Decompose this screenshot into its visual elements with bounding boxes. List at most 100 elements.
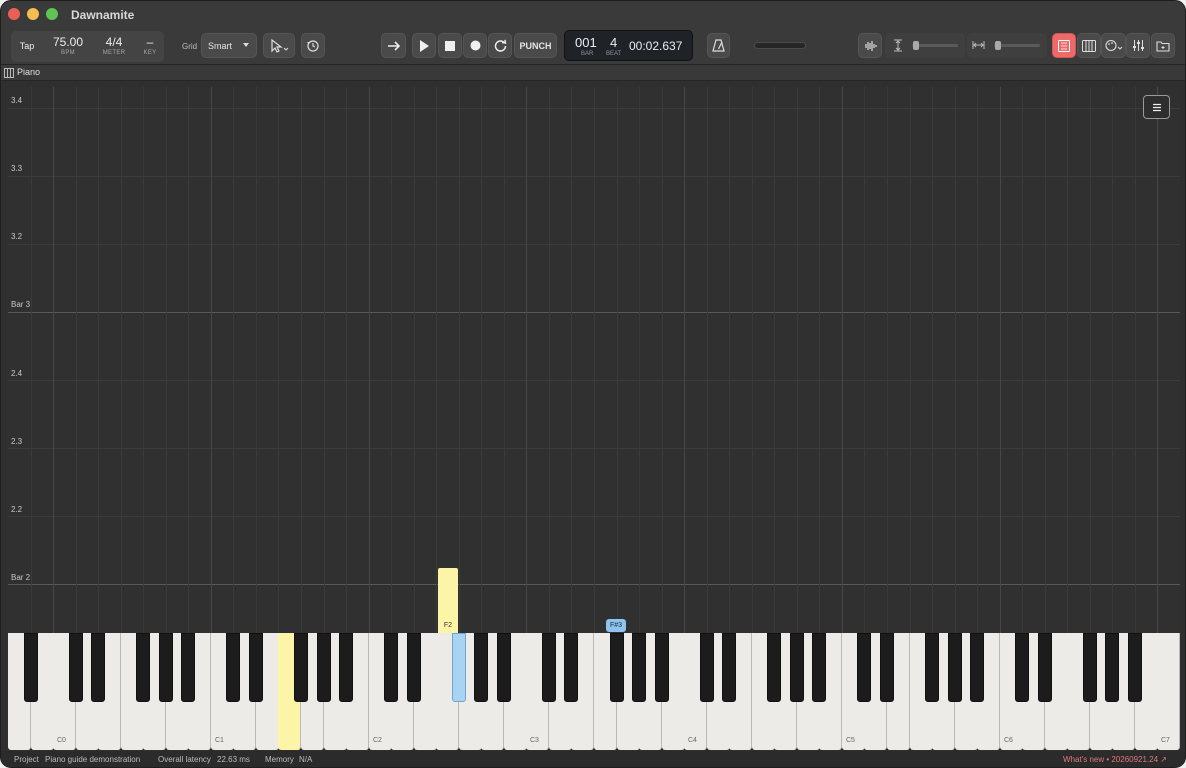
black-key[interactable] — [970, 633, 984, 702]
hamburger-menu-icon — [1152, 103, 1162, 112]
status-bar: Project Piano guide demonstration Overal… — [1, 751, 1185, 767]
black-key[interactable] — [700, 633, 714, 702]
key-grid-line — [955, 87, 956, 633]
grid-select-value: Smart — [208, 40, 233, 51]
black-key[interactable] — [159, 633, 173, 702]
theme-menu-button[interactable] — [1101, 33, 1126, 58]
play-button[interactable] — [412, 33, 436, 58]
key-value[interactable]: – — [139, 35, 161, 49]
meter-value[interactable]: 4/4 — [97, 35, 131, 49]
position-display[interactable]: 001 BAR 4 BEAT 00:02.637 — [564, 30, 693, 61]
black-key[interactable] — [610, 633, 624, 702]
metronome-button[interactable] — [707, 33, 730, 58]
black-key[interactable] — [294, 633, 308, 702]
black-key[interactable] — [1105, 633, 1119, 702]
history-button[interactable] — [301, 33, 325, 58]
tap-tempo-button[interactable]: Tap — [15, 41, 39, 51]
black-key[interactable] — [767, 633, 781, 702]
tempo-panel: Tap 75.00 BPM 4/4 METER – KEY — [11, 31, 164, 62]
black-key[interactable] — [181, 633, 195, 702]
black-key[interactable] — [317, 633, 331, 702]
grid-select[interactable]: Smart — [201, 33, 257, 58]
stop-icon — [445, 40, 455, 51]
black-key[interactable] — [880, 633, 894, 702]
black-key[interactable] — [564, 633, 578, 702]
black-key[interactable] — [948, 633, 962, 702]
black-key[interactable] — [226, 633, 240, 702]
key-grid-line — [571, 87, 572, 633]
black-key[interactable] — [1038, 633, 1052, 702]
mixer-button[interactable] — [1126, 33, 1150, 58]
black-key[interactable] — [857, 633, 871, 702]
key-grid-line — [481, 87, 482, 633]
key-grid-line — [459, 87, 460, 633]
key-grid-line — [31, 87, 32, 633]
close-window-button[interactable] — [8, 8, 20, 20]
black-key[interactable] — [812, 633, 826, 702]
black-key[interactable] — [542, 633, 556, 702]
black-key[interactable] — [69, 633, 83, 702]
black-key[interactable] — [384, 633, 398, 702]
minimize-window-button[interactable] — [27, 8, 39, 20]
black-key[interactable] — [474, 633, 488, 702]
note-tag: F#3 — [606, 619, 626, 632]
note-label: F2 — [443, 622, 453, 629]
track-name[interactable]: Piano — [17, 67, 40, 77]
key-grid-line — [549, 87, 550, 633]
black-key[interactable] — [407, 633, 421, 702]
roll-menu-button[interactable] — [1143, 95, 1170, 119]
bpm-value[interactable]: 75.00 — [47, 35, 89, 49]
black-key[interactable] — [249, 633, 263, 702]
black-key[interactable] — [497, 633, 511, 702]
project-label: Project — [14, 755, 39, 764]
vertical-zoom-slider-knob[interactable] — [913, 41, 919, 50]
octave-grid-line — [53, 87, 54, 633]
black-key[interactable] — [1015, 633, 1029, 702]
pointer-tool-button[interactable] — [263, 33, 295, 58]
black-key[interactable] — [925, 633, 939, 702]
black-key[interactable] — [1128, 633, 1142, 702]
octave-grid-line — [211, 87, 212, 633]
piano-roll-view-button[interactable] — [1052, 33, 1076, 58]
app-window: Dawnamite Tap 75.00 BPM 4/4 METER – KEY … — [0, 0, 1186, 768]
black-key[interactable] — [722, 633, 736, 702]
black-key[interactable] — [632, 633, 646, 702]
black-key[interactable] — [452, 633, 466, 702]
browser-button[interactable] — [1151, 33, 1175, 58]
octave-label: C0 — [57, 737, 66, 744]
black-key[interactable] — [24, 633, 38, 702]
stop-button[interactable] — [438, 33, 462, 58]
record-button[interactable] — [463, 33, 487, 58]
key-grid-line — [278, 87, 279, 633]
key-label: KEY — [143, 50, 157, 56]
black-key[interactable] — [339, 633, 353, 702]
horizontal-zoom-control — [967, 33, 1047, 58]
bpm-label: BPM — [61, 50, 75, 56]
key-grid-line — [1090, 87, 1091, 633]
waveform-button[interactable] — [858, 33, 882, 58]
key-grid-line — [414, 87, 415, 633]
octave-grid-line — [1000, 87, 1001, 633]
piano-keyboard[interactable]: C0 C1 C2 C3 C4 C5 C6 C7 — [8, 633, 1180, 750]
go-to-end-button[interactable] — [381, 33, 406, 58]
bar-value: 001 — [575, 35, 597, 50]
punch-button[interactable]: PUNCH — [514, 33, 557, 58]
black-key[interactable] — [136, 633, 150, 702]
loop-button[interactable] — [488, 33, 512, 58]
falling-note[interactable]: F2 — [438, 568, 458, 633]
key-grid-line — [639, 87, 640, 633]
whats-new-link[interactable]: What's new • 20260921.24 ↗ — [1063, 755, 1167, 764]
black-key[interactable] — [91, 633, 105, 702]
key-grid-line — [617, 87, 618, 633]
white-key[interactable] — [1157, 633, 1180, 750]
black-key[interactable] — [655, 633, 669, 702]
black-key[interactable] — [1083, 633, 1097, 702]
black-key[interactable] — [790, 633, 804, 702]
sliders-icon — [1132, 39, 1145, 52]
piano-roll-grid[interactable]: 3.4 3.3 3.2 Bar 3 2.4 2.3 2.2 Bar 2 F2 F… — [8, 87, 1180, 633]
maximize-window-button[interactable] — [46, 8, 58, 20]
keyboard-view-button[interactable] — [1077, 33, 1101, 58]
key-grid-line — [1067, 87, 1068, 633]
pointer-icon — [269, 38, 289, 53]
horizontal-zoom-slider-knob[interactable] — [995, 41, 1001, 50]
